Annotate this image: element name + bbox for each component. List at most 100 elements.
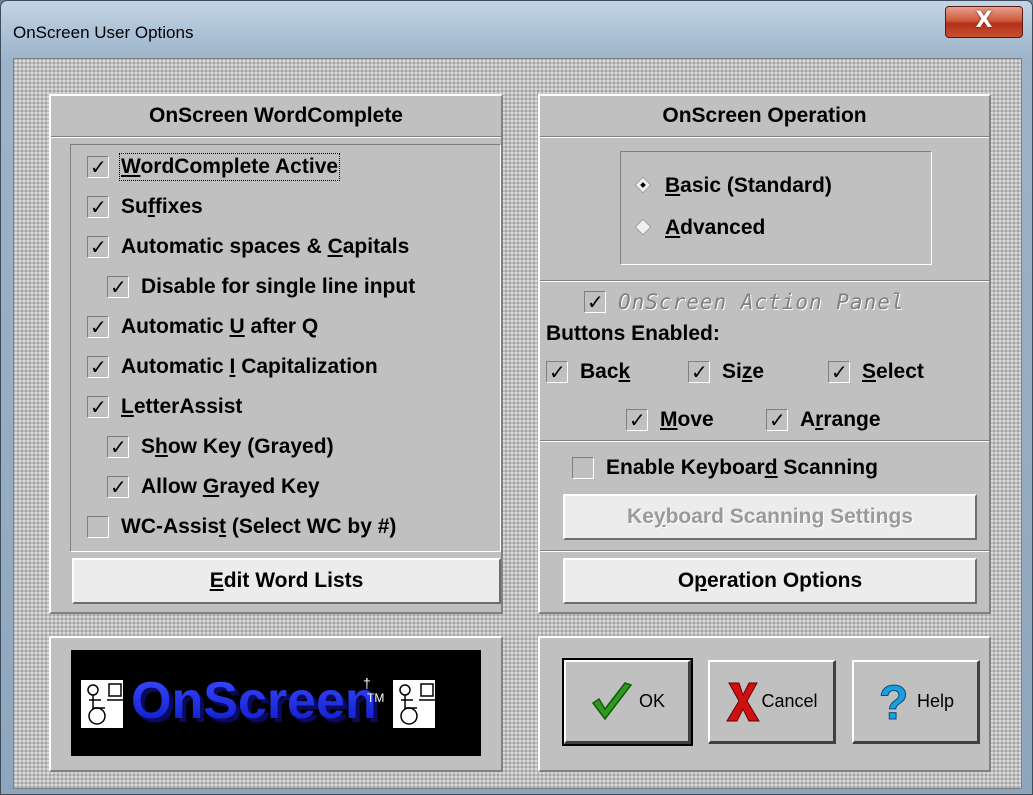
wordcomplete-options-box: ✓ WordComplete Active ✓ Suffixes ✓ Autom… bbox=[70, 144, 501, 552]
checkbox[interactable]: ✓ bbox=[766, 408, 788, 432]
check-icon: ✓ bbox=[90, 195, 107, 219]
checkbox[interactable]: ✓ bbox=[87, 395, 109, 419]
option-wc-assist[interactable]: WC-Assist (Select WC by #) bbox=[87, 513, 396, 541]
check-icon: ✓ bbox=[110, 275, 127, 299]
option-action-panel: ✓ OnScreen Action Panel bbox=[584, 288, 905, 316]
checkbox[interactable]: ✓ bbox=[626, 408, 648, 432]
checkbox[interactable]: ✓ bbox=[87, 235, 109, 259]
option-allow-grayed-key[interactable]: ✓ Allow Grayed Key bbox=[107, 473, 320, 501]
option-label: Automatic spaces & Capitals bbox=[121, 235, 410, 258]
option-label: Arrange bbox=[800, 408, 881, 431]
checkbox[interactable]: ✓ bbox=[87, 315, 109, 339]
close-button[interactable]: X bbox=[945, 6, 1023, 38]
checkmark-icon bbox=[591, 681, 633, 720]
checkbox[interactable]: ✓ bbox=[828, 360, 850, 384]
option-label: Enable Keyboard Scanning bbox=[606, 456, 878, 479]
radio-selected-icon bbox=[634, 176, 653, 195]
checkbox[interactable]: ✓ bbox=[107, 435, 129, 459]
divider bbox=[51, 136, 501, 138]
edit-word-lists-button[interactable]: Edit Word Lists bbox=[72, 558, 501, 604]
check-icon: ✓ bbox=[90, 355, 107, 379]
checkbox[interactable]: ✓ bbox=[546, 360, 568, 384]
cancel-button[interactable]: Cancel bbox=[708, 660, 836, 744]
option-label: OnScreen Action Panel bbox=[618, 290, 905, 314]
option-label: LetterAssist bbox=[121, 395, 243, 418]
wheelchair-user-icon bbox=[81, 680, 123, 728]
option-label: Disable for single line input bbox=[141, 275, 416, 298]
option-button-size[interactable]: ✓ Size bbox=[688, 358, 764, 386]
logo-art: OnScreen OnScreen † TM bbox=[81, 672, 435, 734]
window-title: OnScreen User Options bbox=[13, 23, 194, 42]
dialog-window: OnScreen User Options X OnScreen WordCom… bbox=[0, 0, 1033, 795]
divider bbox=[540, 440, 989, 442]
checkbox[interactable]: ✓ bbox=[107, 275, 129, 299]
radio-basic-standard[interactable]: Basic (Standard) bbox=[634, 172, 832, 200]
check-icon: ✓ bbox=[831, 360, 848, 384]
help-button[interactable]: ? Help bbox=[852, 660, 980, 744]
divider bbox=[540, 280, 989, 282]
check-icon: ✓ bbox=[90, 315, 107, 339]
dialog-client: OnScreen WordComplete ✓ WordComplete Act… bbox=[13, 58, 1022, 789]
option-suffixes[interactable]: ✓ Suffixes bbox=[87, 193, 203, 221]
logo-tm: TM bbox=[367, 691, 384, 705]
option-keyboard-scanning[interactable]: Enable Keyboard Scanning bbox=[572, 454, 878, 482]
check-icon: ✓ bbox=[90, 395, 107, 419]
option-disable-single-line[interactable]: ✓ Disable for single line input bbox=[107, 273, 415, 301]
option-show-key-grayed[interactable]: ✓ Show Key (Grayed) bbox=[107, 433, 334, 461]
checkbox[interactable] bbox=[572, 457, 594, 479]
checkbox[interactable]: ✓ bbox=[87, 195, 109, 219]
check-icon: ✓ bbox=[90, 235, 107, 259]
operation-options-button[interactable]: Operation Options bbox=[563, 558, 977, 604]
option-wordcomplete-active[interactable]: ✓ WordComplete Active bbox=[87, 153, 341, 181]
option-label: Select bbox=[862, 360, 924, 383]
option-label: Allow Grayed Key bbox=[141, 475, 320, 498]
logo-panel: OnScreen OnScreen † TM bbox=[49, 636, 503, 772]
buttons-enabled-label: Buttons Enabled: bbox=[546, 322, 720, 345]
option-label: Automatic U after Q bbox=[121, 315, 319, 338]
wordcomplete-panel: OnScreen WordComplete ✓ WordComplete Act… bbox=[49, 94, 503, 614]
check-icon: ✓ bbox=[691, 360, 708, 384]
checkbox[interactable]: ✓ bbox=[688, 360, 710, 384]
checkbox[interactable]: ✓ bbox=[87, 355, 109, 379]
radio-advanced[interactable]: Advanced bbox=[634, 214, 765, 242]
option-label: Back bbox=[580, 360, 631, 383]
option-label: Automatic I Capitalization bbox=[121, 355, 378, 378]
option-letterassist[interactable]: ✓ LetterAssist bbox=[87, 393, 242, 421]
option-label: Show Key (Grayed) bbox=[141, 435, 334, 458]
operation-header: OnScreen Operation bbox=[662, 104, 867, 127]
question-mark-icon: ? bbox=[878, 677, 908, 727]
radio-label: Basic (Standard) bbox=[665, 174, 832, 197]
logo-text: OnScreen bbox=[131, 672, 377, 730]
divider bbox=[540, 550, 989, 552]
check-icon: ✓ bbox=[110, 475, 127, 499]
option-label: WC-Assist (Select WC by #) bbox=[121, 515, 397, 538]
operation-panel: OnScreen Operation Basic (Standard) Adva… bbox=[538, 94, 991, 614]
footer-buttons-panel: OK Cancel ? Help bbox=[538, 636, 991, 772]
wordcomplete-header: OnScreen WordComplete bbox=[149, 104, 403, 127]
option-auto-i-capitalization[interactable]: ✓ Automatic I Capitalization bbox=[87, 353, 378, 381]
cancel-label: Cancel bbox=[761, 691, 818, 711]
onscreen-logo: OnScreen OnScreen † TM bbox=[71, 650, 481, 756]
svg-text:?: ? bbox=[879, 677, 908, 727]
option-auto-spaces-capitals[interactable]: ✓ Automatic spaces & Capitals bbox=[87, 233, 409, 261]
check-icon: ✓ bbox=[587, 290, 604, 314]
option-button-back[interactable]: ✓ Back bbox=[546, 358, 630, 386]
checkbox: ✓ bbox=[584, 290, 606, 314]
option-label: Move bbox=[660, 408, 714, 431]
keyboard-scanning-settings-button: Keyboard Scanning Settings bbox=[563, 494, 977, 540]
option-label: Suffixes bbox=[121, 195, 203, 218]
option-label: Size bbox=[722, 360, 765, 383]
check-icon: ✓ bbox=[110, 435, 127, 459]
option-button-move[interactable]: ✓ Move bbox=[626, 406, 714, 434]
checkbox[interactable]: ✓ bbox=[107, 475, 129, 499]
option-button-arrange[interactable]: ✓ Arrange bbox=[766, 406, 881, 434]
close-icon: X bbox=[975, 8, 993, 33]
option-auto-u-after-q[interactable]: ✓ Automatic U after Q bbox=[87, 313, 318, 341]
ok-button[interactable]: OK bbox=[562, 658, 693, 746]
checkbox[interactable]: ✓ bbox=[87, 155, 109, 179]
check-icon: ✓ bbox=[90, 155, 107, 179]
divider bbox=[540, 136, 989, 138]
option-button-select[interactable]: ✓ Select bbox=[828, 358, 924, 386]
checkbox[interactable] bbox=[87, 516, 109, 538]
red-x-icon bbox=[726, 682, 761, 721]
